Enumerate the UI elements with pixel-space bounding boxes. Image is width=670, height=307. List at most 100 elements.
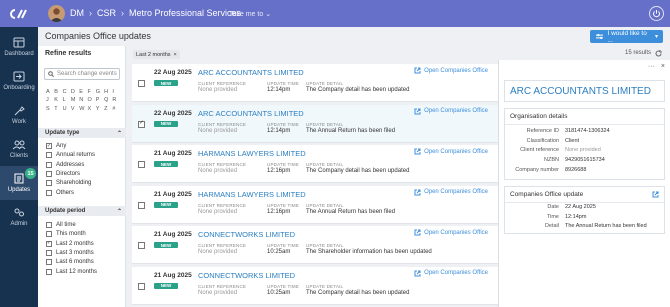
row-checkbox[interactable] [138,282,145,290]
update-period-header[interactable]: Update period ⌃ [38,206,126,216]
checkbox[interactable] [46,170,52,177]
row-checkbox[interactable] [138,80,145,87]
alphabet-letter[interactable]: Z [104,106,112,112]
row-checkbox[interactable] [138,242,145,249]
left-nav: Dashboard Onboarding Work Clients Update… [0,0,38,307]
alphabet-letter[interactable]: E [79,89,87,95]
company-link[interactable]: ARC ACCOUNTANTS LIMITED [198,109,304,118]
company-link[interactable]: HARMANS LAWYERS LIMITED [198,149,306,158]
open-companies-office-link[interactable]: Open Companies Office [414,189,488,196]
company-link[interactable]: HARMANS LAWYERS LIMITED [198,190,306,199]
alphabet-letter[interactable]: W [79,106,87,112]
filter-option[interactable]: Annual returns [46,152,95,159]
checkbox[interactable] [46,152,52,159]
alphabet-letter[interactable]: M [71,97,79,103]
nav-work[interactable]: Work [0,98,38,132]
refresh-icon[interactable] [655,49,662,57]
alphabet-letter[interactable]: K [54,97,62,103]
crumb-dm[interactable]: DM [70,8,84,18]
alphabet-letter[interactable]: O [87,97,95,103]
checkbox[interactable] [46,222,52,228]
row-checkbox-checked[interactable]: ✓ [138,120,145,128]
row-checkbox[interactable] [138,161,145,168]
alphabet-letter[interactable]: C [63,89,71,95]
checkbox[interactable] [46,231,52,238]
checkbox[interactable] [46,180,52,187]
alphabet-letter[interactable]: B [54,89,62,95]
external-link-icon[interactable] [652,191,659,198]
list-item[interactable]: 21 Aug 2025 NEW CONNECTWORKS LIMITED Open C… [132,266,498,305]
checkbox[interactable] [46,268,52,275]
alphabet-letter[interactable]: # [112,106,120,112]
crumb-organisation[interactable]: Metro Professional Services [129,8,241,18]
filter-option[interactable]: Others [46,189,74,196]
company-link[interactable]: CONNECTWORKS LIMITED [198,271,295,280]
company-link[interactable]: CONNECTWORKS LIMITED [198,230,295,239]
alphabet-letter[interactable]: A [46,89,54,95]
alphabet-letter[interactable]: P [96,97,104,103]
checkbox-checked[interactable]: ✓ [46,240,52,247]
list-item[interactable]: ✓ 22 Aug 2025 NEW ARC ACCOUNTANTS LIMITED Op… [132,104,498,143]
open-companies-office-link[interactable]: Open Companies Office [414,229,488,236]
list-item[interactable]: 21 Aug 2025 NEW HARMANS LAWYERS LIMITED Ope… [132,185,498,224]
filter-option[interactable]: Last 3 months [46,249,94,256]
open-companies-office-link[interactable]: Open Companies Office [414,148,488,155]
update-type-header[interactable]: Update type ⌃ [38,128,126,138]
alphabet-letter[interactable]: Q [104,97,112,103]
checkbox[interactable] [46,161,52,168]
open-companies-office-link[interactable]: Open Companies Office [414,67,488,74]
filter-option[interactable]: Shareholding [46,180,91,187]
filter-option[interactable]: Directors [46,170,80,177]
filter-option[interactable]: Last 12 months [46,268,97,275]
filter-option[interactable]: All time [46,222,76,228]
alphabet-letter[interactable]: D [71,89,79,95]
alphabet-letter[interactable]: Y [96,106,104,112]
alphabet-letter[interactable]: F [87,89,95,95]
company-link[interactable]: ARC ACCOUNTANTS LIMITED [198,68,304,77]
checkbox[interactable] [46,249,52,256]
list-item[interactable]: 21 Aug 2025 NEW CONNECTWORKS LIMITED Open C… [132,226,498,264]
close-icon[interactable]: × [174,52,177,58]
filter-option[interactable]: This month [46,231,86,238]
search-input[interactable]: Search change events [44,68,120,80]
checkbox[interactable] [46,259,52,266]
open-companies-office-link[interactable]: Open Companies Office [414,108,488,115]
crumb-csr[interactable]: CSR [97,8,116,18]
take-me-to-menu[interactable]: Take me to ⌄ [229,10,271,18]
alphabet-letter[interactable]: I [112,89,120,95]
alphabet-letter[interactable]: S [46,106,54,112]
filter-option[interactable]: Last 6 months [46,259,94,266]
power-button[interactable] [649,6,664,21]
filter-option[interactable]: Addresses [46,161,84,168]
nav-clients[interactable]: Clients [0,132,38,166]
nav-onboarding[interactable]: Onboarding [0,64,38,98]
app-logo[interactable] [0,0,38,27]
admin-icon [14,208,24,217]
alphabet-letter[interactable]: U [63,106,71,112]
alphabet-letter[interactable]: N [79,97,87,103]
alphabet-letter[interactable]: V [71,106,79,112]
alphabet-letter[interactable]: G [96,89,104,95]
close-icon[interactable]: × [661,63,665,70]
more-icon[interactable]: ··· [648,63,655,70]
filter-option[interactable]: ✓ Last 2 months [46,240,94,247]
nav-updates[interactable]: Updates 15 [0,166,38,200]
filter-option[interactable]: ✓ Any [46,143,66,149]
alphabet-letter[interactable]: J [46,97,54,103]
checkbox[interactable] [46,189,52,196]
avatar[interactable] [48,5,65,22]
checkbox-checked[interactable]: ✓ [46,143,52,149]
alphabet-letter[interactable]: T [54,106,62,112]
nav-dashboard[interactable]: Dashboard [0,30,38,64]
alphabet-letter[interactable]: X [87,106,95,112]
column-label: CLIENT REFERENCE [198,81,247,86]
nav-admin[interactable]: Admin [0,200,38,234]
alphabet-letter[interactable]: H [104,89,112,95]
i-would-like-to-button[interactable]: I would like to ... ▾ [590,30,663,44]
alphabet-letter[interactable]: L [63,97,71,103]
open-companies-office-link[interactable]: Open Companies Office [414,270,488,277]
list-item[interactable]: 21 Aug 2025 NEW HARMANS LAWYERS LIMITED Ope… [132,145,498,183]
alphabet-letter[interactable]: R [112,97,120,103]
row-checkbox[interactable] [138,201,145,209]
list-item[interactable]: 22 Aug 2025 NEW ARC ACCOUNTANTS LIMITED Ope… [132,64,498,102]
